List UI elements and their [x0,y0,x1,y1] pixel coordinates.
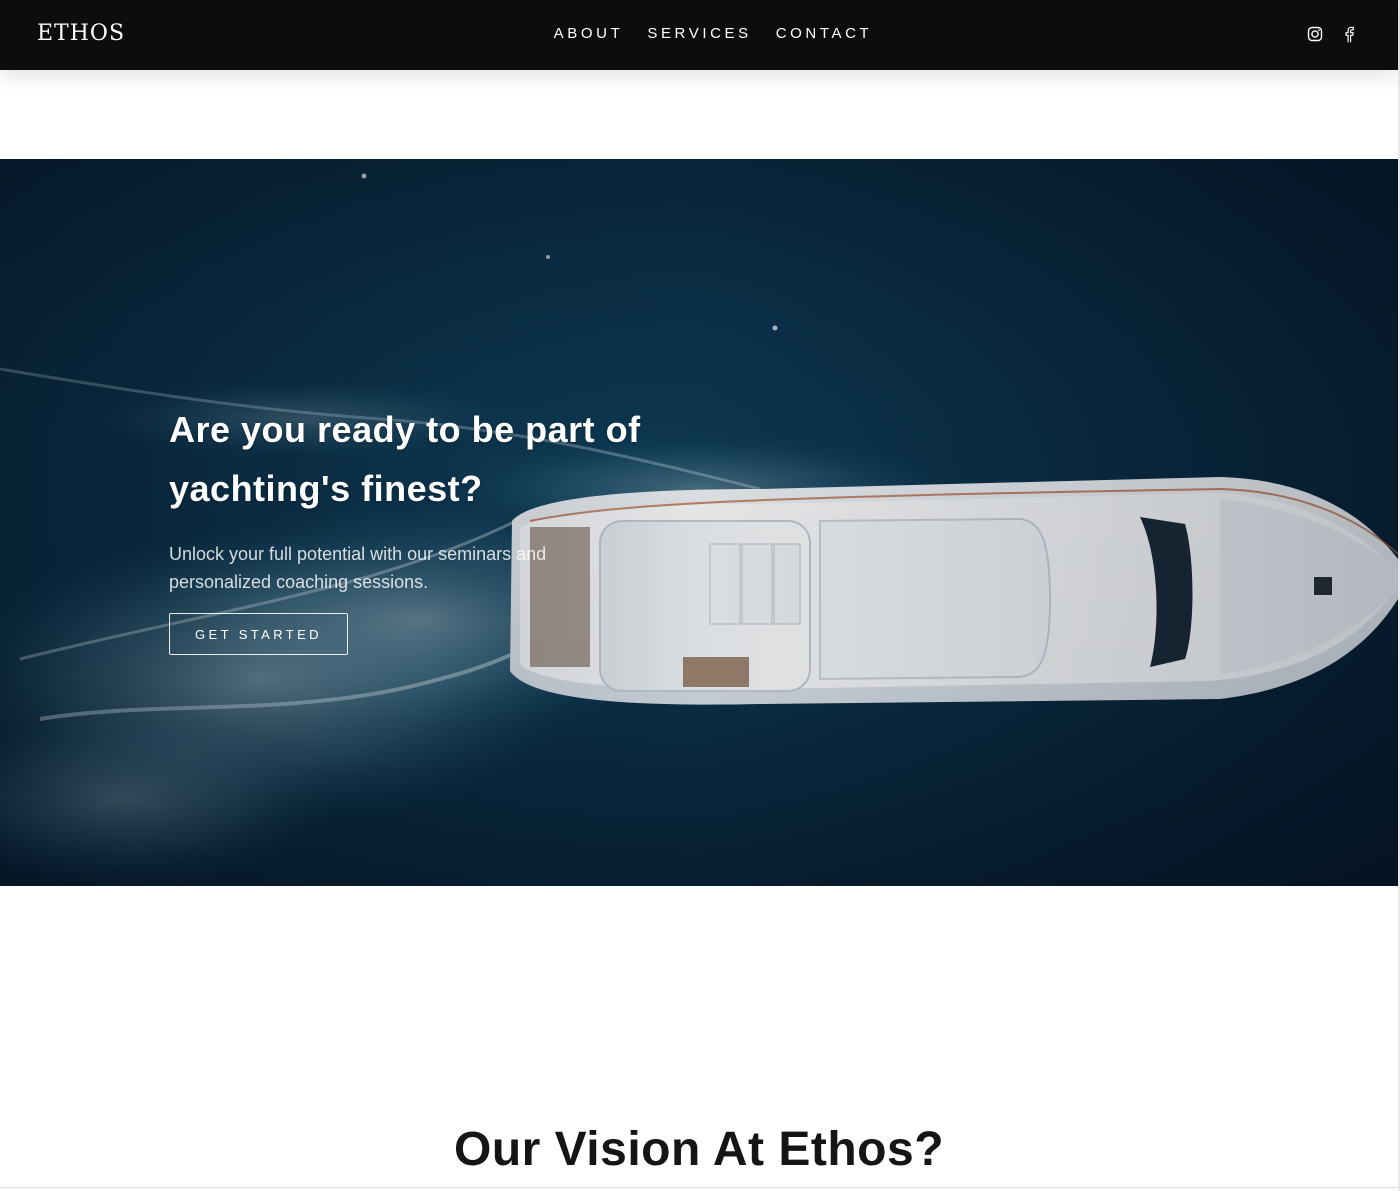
nav-contact-link[interactable]: CONTACT [776,24,873,44]
nav-services-link[interactable]: SERVICES [647,24,751,44]
get-started-button[interactable]: GET STARTED [169,613,348,655]
main-nav: ABOUT SERVICES CONTACT [0,24,1398,44]
hero-subtitle: Unlock your full potential with our semi… [169,544,547,592]
hero-title: Are you ready to be part of yachting's f… [169,409,641,509]
page-divider [0,1187,1398,1188]
vision-heading: Our Vision At Ethos? [453,1123,945,1176]
hero-section: Are you ready to be part of yachting's f… [0,159,1398,886]
facebook-icon[interactable] [1340,23,1358,45]
instagram-icon[interactable] [1306,23,1324,45]
nav-about-link[interactable]: ABOUT [554,24,624,44]
site-header: ETHOS ABOUT SERVICES CONTACT [0,0,1398,70]
hero-content: Are you ready to be part of yachting's f… [169,400,689,655]
social-links [1306,23,1358,45]
